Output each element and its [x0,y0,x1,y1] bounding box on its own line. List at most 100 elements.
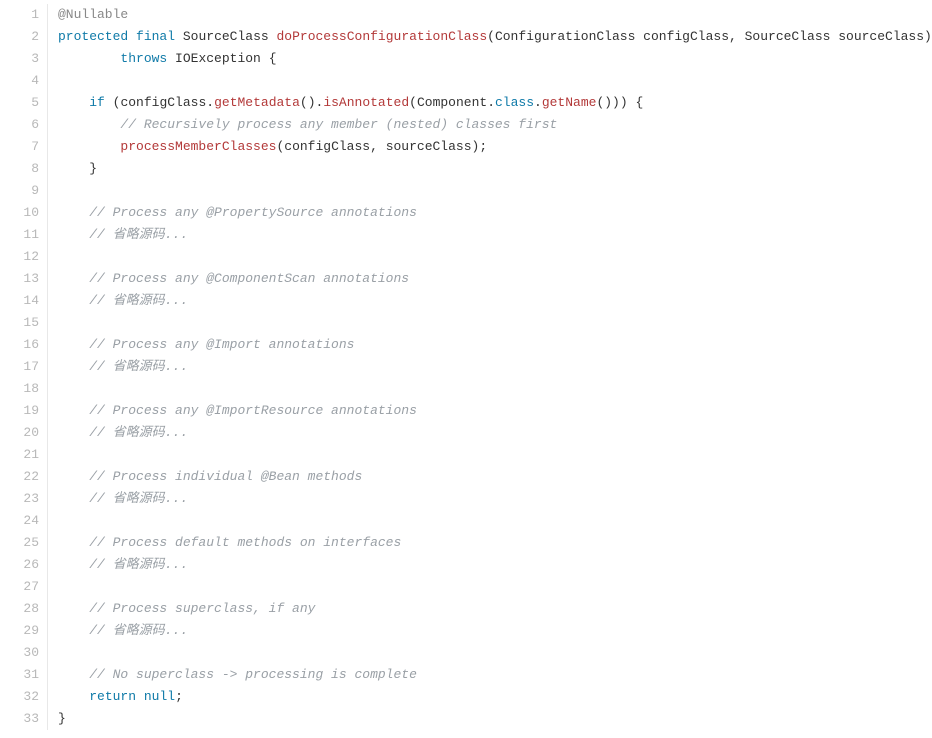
code-content[interactable]: @Nullable protected final SourceClass do… [48,4,932,730]
keyword-token: throws [120,51,167,66]
comment-token: // Process any @Import annotations [89,337,354,352]
code-line: // Process any @PropertySource annotatio… [58,202,932,224]
comment-token: // 省略源码... [89,359,188,374]
comment-token: // Process any @PropertySource annotatio… [89,205,417,220]
code-line: // No superclass -> processing is comple… [58,664,932,686]
keyword-token: if [89,95,105,110]
keyword-token: final [136,29,175,44]
line-number: 9 [0,180,39,202]
comment-token: // Process superclass, if any [89,601,315,616]
line-number-gutter: 1 2 3 4 5 6 7 8 9 10 11 12 13 14 15 16 1… [0,4,48,730]
plain-token: (). [300,95,323,110]
identifier-token: configClass [284,139,370,154]
null-token: null [144,689,175,704]
line-number: 7 [0,136,39,158]
code-line: } [58,708,932,730]
line-number: 22 [0,466,39,488]
method-name-token: doProcessConfigurationClass [277,29,488,44]
line-number: 16 [0,334,39,356]
line-number: 24 [0,510,39,532]
line-number: 31 [0,664,39,686]
code-line: // Process default methods on interfaces [58,532,932,554]
code-line: // 省略源码... [58,224,932,246]
code-line: if (configClass.getMetadata().isAnnotate… [58,92,932,114]
code-line: // Process superclass, if any [58,598,932,620]
line-number: 13 [0,268,39,290]
line-number: 8 [0,158,39,180]
line-number: 21 [0,444,39,466]
param-token: SourceClass sourceClass [745,29,924,44]
comment-token: // 省略源码... [89,491,188,506]
line-number: 19 [0,400,39,422]
line-number: 14 [0,290,39,312]
code-line: return null; [58,686,932,708]
line-number: 23 [0,488,39,510]
identifier-token: Component [417,95,487,110]
plain-token: ); [472,139,488,154]
line-number: 6 [0,114,39,136]
line-number: 2 [0,26,39,48]
code-line: // 省略源码... [58,356,932,378]
comment-token: // Process any @ComponentScan annotation… [89,271,409,286]
code-line: } [58,158,932,180]
comment-token: // Recursively process any member (neste… [120,117,557,132]
plain-token: . [206,95,214,110]
code-line [58,576,932,598]
plain-token: ())) [596,95,635,110]
code-line: // Process any @ImportResource annotatio… [58,400,932,422]
code-line: // 省略源码... [58,422,932,444]
comment-token: // 省略源码... [89,425,188,440]
code-line: // 省略源码... [58,488,932,510]
method-call-token: isAnnotated [323,95,409,110]
code-line [58,312,932,334]
comment-token: // 省略源码... [89,623,188,638]
brace-token: } [58,711,66,726]
code-line [58,444,932,466]
identifier-token: sourceClass [386,139,472,154]
comment-token: // No superclass -> processing is comple… [89,667,417,682]
code-line: throws IOException { [58,48,932,70]
line-number: 27 [0,576,39,598]
line-number: 30 [0,642,39,664]
annotation-token: @Nullable [58,7,128,22]
line-number: 28 [0,598,39,620]
line-number: 11 [0,224,39,246]
plain-token: ( [487,29,495,44]
comment-token: // Process any @ImportResource annotatio… [89,403,417,418]
code-line: processMemberClasses(configClass, source… [58,136,932,158]
identifier-token: configClass [120,95,206,110]
type-token: IOException [175,51,261,66]
code-line: // Process any @Import annotations [58,334,932,356]
line-number: 15 [0,312,39,334]
line-number: 33 [0,708,39,730]
plain-token: , [370,139,386,154]
plain-token: ( [409,95,417,110]
brace-token: } [89,161,97,176]
keyword-token: protected [58,29,128,44]
plain-token: ) [924,29,932,44]
code-line [58,246,932,268]
plain-token: . [534,95,542,110]
comment-token: // 省略源码... [89,293,188,308]
line-number: 26 [0,554,39,576]
method-call-token: getName [542,95,597,110]
code-line: // Process any @ComponentScan annotation… [58,268,932,290]
comment-token: // Process default methods on interfaces [89,535,401,550]
code-line [58,642,932,664]
line-number: 25 [0,532,39,554]
keyword-token: class [495,95,534,110]
brace-token: { [269,51,277,66]
param-token: ConfigurationClass configClass [495,29,729,44]
code-line: // 省略源码... [58,620,932,642]
line-number: 17 [0,356,39,378]
plain-token: , [729,29,745,44]
code-line [58,378,932,400]
code-line: // 省略源码... [58,554,932,576]
line-number: 1 [0,4,39,26]
line-number: 18 [0,378,39,400]
line-number: 3 [0,48,39,70]
code-line: @Nullable [58,4,932,26]
comment-token: // 省略源码... [89,557,188,572]
line-number: 32 [0,686,39,708]
code-block: 1 2 3 4 5 6 7 8 9 10 11 12 13 14 15 16 1… [0,0,932,730]
